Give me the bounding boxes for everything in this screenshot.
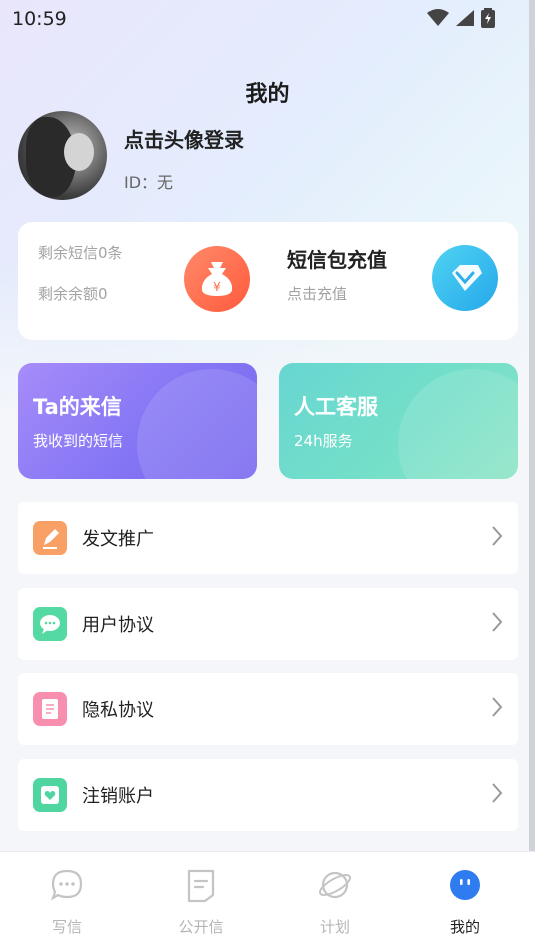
signal-icon	[456, 10, 474, 26]
planet-icon	[318, 871, 352, 899]
diamond-icon[interactable]	[432, 245, 498, 311]
remaining-sms: 剩余短信0条	[38, 244, 123, 262]
chevron-right-icon	[492, 612, 503, 632]
remaining-balance: 剩余余额0	[38, 285, 108, 303]
document-icon	[33, 692, 67, 726]
chat-icon	[51, 869, 83, 901]
tab-label: 计划	[319, 918, 350, 936]
tile-title: Ta的来信	[33, 395, 122, 419]
scrollbar[interactable]	[529, 0, 535, 860]
chevron-right-icon	[492, 783, 503, 803]
wifi-icon	[427, 9, 449, 26]
login-prompt[interactable]: 点击头像登录	[124, 124, 244, 153]
chevron-right-icon	[492, 526, 503, 546]
chevron-right-icon	[492, 697, 503, 717]
menu-item-promotion[interactable]: 发文推广	[18, 502, 518, 574]
battery-icon	[481, 8, 495, 28]
user-id: ID：无	[124, 173, 174, 192]
pencil-icon	[33, 521, 67, 555]
recharge-title[interactable]: 短信包充值	[287, 244, 387, 273]
balance-card: 剩余短信0条 剩余余额0 ¥ 短信包充值 点击充值	[18, 222, 518, 340]
menu-item-user-agreement[interactable]: 用户协议	[18, 588, 518, 660]
customer-service-tile[interactable]: 人工客服 24h服务	[279, 363, 518, 479]
incoming-letters-tile[interactable]: Ta的来信 我收到的短信	[18, 363, 257, 479]
status-time: 10:59	[12, 8, 67, 30]
heart-box-icon	[33, 778, 67, 812]
menu-item-label: 用户协议	[82, 615, 154, 636]
tile-subtitle: 24h服务	[294, 432, 353, 450]
menu-item-label: 发文推广	[82, 529, 154, 550]
money-bag-icon: ¥	[184, 246, 250, 312]
tab-label: 公开信	[178, 918, 224, 936]
header-background	[0, 0, 535, 420]
menu-item-delete-account[interactable]: 注销账户	[18, 759, 518, 831]
page-title: 我的	[245, 82, 290, 107]
avatar[interactable]	[18, 111, 107, 200]
tile-title: 人工客服	[294, 395, 378, 419]
tab-mine[interactable]: 我的	[398, 852, 532, 951]
profile-face-icon	[450, 870, 480, 900]
tile-subtitle: 我收到的短信	[33, 432, 124, 450]
svg-text:¥: ¥	[213, 280, 221, 294]
tab-label: 写信	[51, 918, 82, 936]
tab-public-letter[interactable]: 公开信	[134, 852, 268, 951]
bottom-tab-bar: 写信 公开信 计划 我的	[0, 851, 535, 951]
chat-bubble-icon	[33, 607, 67, 641]
menu-item-label: 注销账户	[82, 786, 154, 807]
menu-item-label: 隐私协议	[82, 700, 154, 721]
menu-item-privacy-agreement[interactable]: 隐私协议	[18, 673, 518, 745]
tab-plan[interactable]: 计划	[268, 852, 402, 951]
status-bar: 10:59	[0, 0, 535, 38]
letter-icon	[187, 869, 215, 903]
tab-write[interactable]: 写信	[0, 852, 134, 951]
recharge-subtitle[interactable]: 点击充值	[287, 283, 347, 304]
tab-label: 我的	[449, 918, 480, 936]
